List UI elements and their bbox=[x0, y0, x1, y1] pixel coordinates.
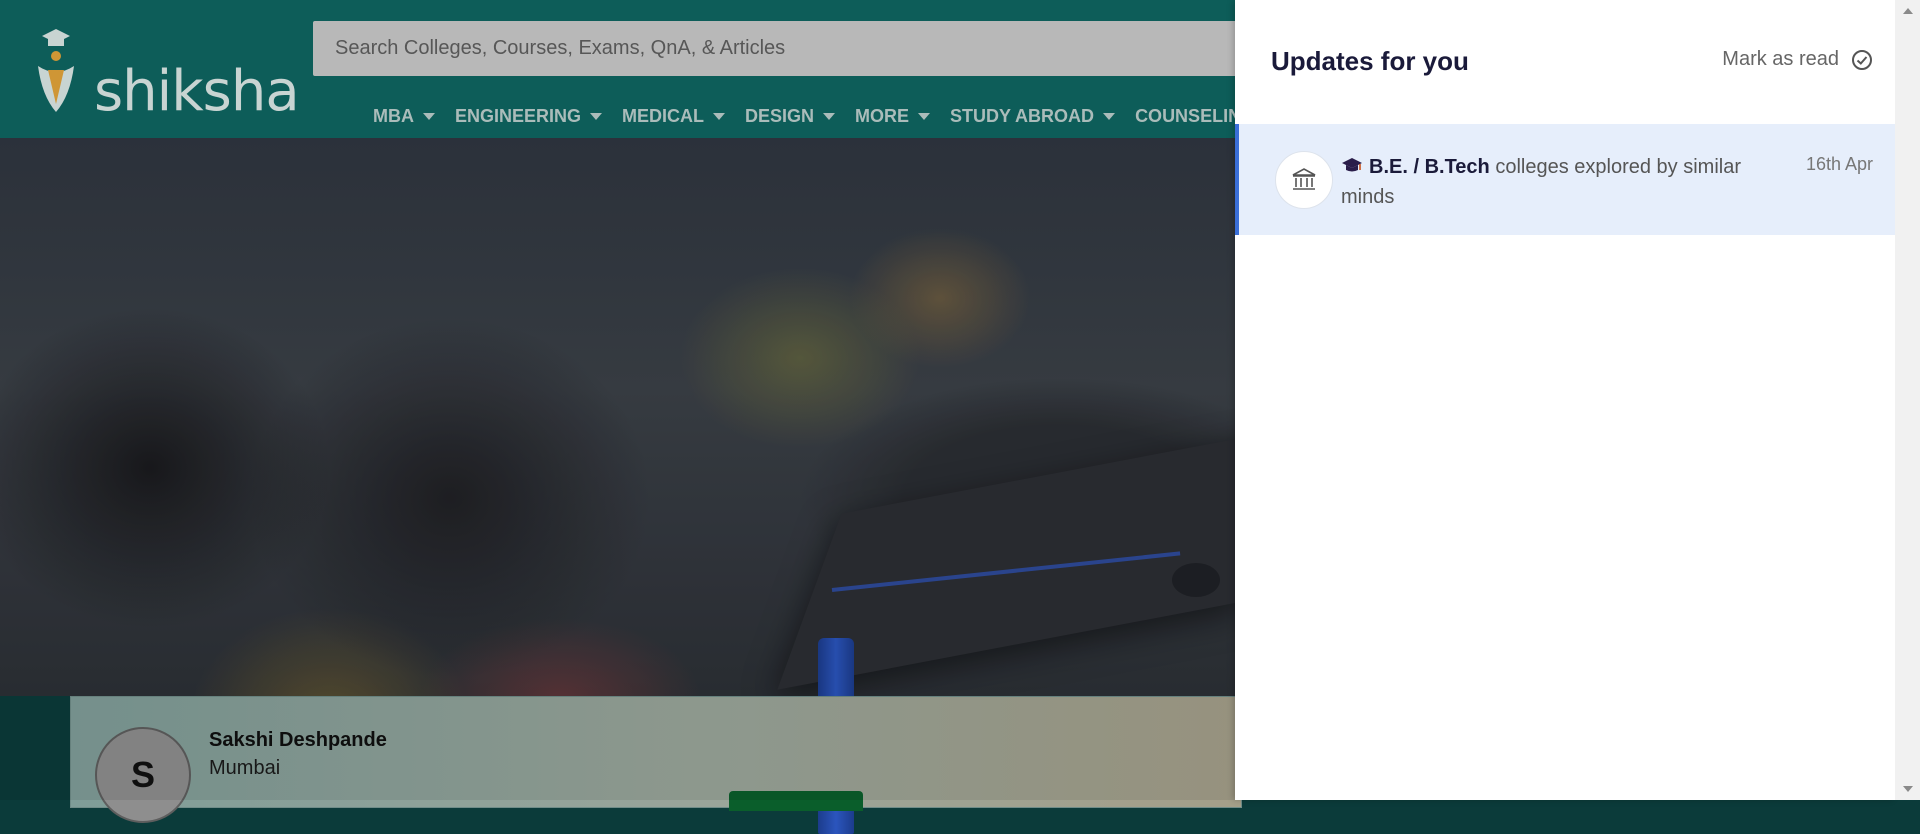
caret-down-icon bbox=[1103, 112, 1116, 120]
nav-label: MORE bbox=[855, 105, 910, 126]
mark-as-read-button[interactable]: Mark as read bbox=[1722, 48, 1873, 71]
caret-down-icon bbox=[713, 112, 726, 120]
nav-item-counseling[interactable]: COUNSELIN bbox=[1135, 104, 1241, 128]
nav-item-more[interactable]: MORE bbox=[855, 104, 931, 128]
nav-label: COUNSELIN bbox=[1135, 105, 1242, 126]
nav-item-study-abroad[interactable]: STUDY ABROAD bbox=[950, 104, 1116, 128]
logo-mark-icon bbox=[38, 29, 74, 112]
scroll-up-arrow-icon[interactable] bbox=[1903, 8, 1913, 14]
drawer-title: Updates for you bbox=[1271, 46, 1469, 76]
shiksha-logo[interactable]: shiksha bbox=[18, 26, 300, 120]
profile-name: Sakshi Deshpande bbox=[209, 729, 387, 751]
logo-text: shiksha bbox=[94, 59, 300, 124]
cap-button-shape bbox=[1172, 563, 1220, 597]
search-placeholder: Search Colleges, Courses, Exams, QnA, & … bbox=[335, 37, 786, 59]
nav-label: STUDY ABROAD bbox=[950, 105, 1095, 126]
institution-icon bbox=[1275, 151, 1333, 209]
updates-drawer: Updates for you Mark as read B.E. / B.Te… bbox=[1235, 0, 1895, 800]
notification-item[interactable]: B.E. / B.Tech colleges explored by simil… bbox=[1235, 124, 1895, 235]
graduation-cap-icon bbox=[1342, 158, 1362, 172]
caret-down-icon bbox=[823, 112, 836, 120]
nav-item-mba[interactable]: MBA bbox=[373, 104, 435, 128]
notification-highlight: B.E. / B.Tech bbox=[1369, 156, 1490, 178]
nav-item-design[interactable]: DESIGN bbox=[745, 104, 836, 128]
main-nav: MBA ENGINEERING MEDICAL DESIGN MORE STUD… bbox=[373, 104, 1261, 128]
scroll-down-arrow-icon[interactable] bbox=[1903, 786, 1913, 792]
nav-label: DESIGN bbox=[745, 105, 815, 126]
graduation-cap-shape bbox=[777, 426, 1303, 690]
nav-item-engineering[interactable]: ENGINEERING bbox=[455, 104, 603, 128]
notification-text: B.E. / B.Tech colleges explored by simil… bbox=[1341, 152, 1741, 212]
profile-action-button[interactable] bbox=[729, 791, 863, 811]
nav-label: ENGINEERING bbox=[455, 105, 582, 126]
caret-down-icon bbox=[590, 112, 603, 120]
caret-down-icon bbox=[918, 112, 931, 120]
mark-as-read-label: Mark as read bbox=[1722, 48, 1839, 70]
notification-date: 16th Apr bbox=[1805, 154, 1873, 174]
nav-label: MBA bbox=[373, 105, 414, 126]
avatar[interactable]: S bbox=[95, 727, 191, 823]
profile-card: S Sakshi Deshpande Mumbai bbox=[70, 696, 1242, 823]
check-circle-icon bbox=[1852, 49, 1872, 70]
nav-item-medical[interactable]: MEDICAL bbox=[622, 104, 726, 128]
page-scrollbar[interactable] bbox=[1895, 0, 1920, 800]
nav-label: MEDICAL bbox=[622, 105, 705, 126]
caret-down-icon bbox=[423, 112, 435, 120]
profile-city: Mumbai bbox=[209, 757, 281, 779]
